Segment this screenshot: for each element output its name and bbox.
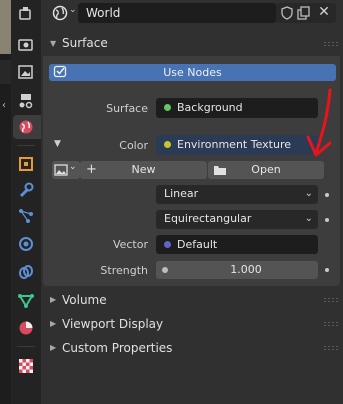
view-layer-icon xyxy=(19,94,33,109)
tab-modifiers[interactable] xyxy=(13,178,39,202)
keyframe-dot-icon[interactable] xyxy=(325,268,329,272)
tab-render[interactable] xyxy=(13,33,39,57)
world-browse-button[interactable]: ⌄ xyxy=(50,3,78,23)
tab-physics[interactable] xyxy=(13,232,39,256)
color-label: Color xyxy=(119,139,148,152)
folder-icon xyxy=(214,166,226,175)
drag-handle-icon[interactable] xyxy=(324,296,338,304)
new-image-button[interactable]: + New xyxy=(80,161,207,179)
open-label: Open xyxy=(251,163,281,176)
drag-handle-icon[interactable] xyxy=(324,40,338,48)
surface-shader-field[interactable]: Background xyxy=(156,98,318,118)
tab-texture[interactable] xyxy=(13,354,39,378)
panel-title: Viewport Display xyxy=(62,317,164,331)
properties-tab-column xyxy=(11,0,41,404)
viewport-display-panel-header[interactable]: ▶ Viewport Display xyxy=(41,314,343,336)
image-icon xyxy=(54,164,68,176)
chevron-down-icon: ⌄ xyxy=(69,162,77,172)
tab-tool[interactable] xyxy=(13,2,39,26)
tool-icon xyxy=(19,7,31,20)
world-icon xyxy=(52,5,68,21)
checkbox-icon xyxy=(53,64,68,79)
tab-view-layer[interactable] xyxy=(13,89,39,113)
expand-right-icon: ▶ xyxy=(50,295,57,304)
tab-data[interactable] xyxy=(13,288,39,312)
image-browse-button[interactable]: ⌄ xyxy=(52,161,80,179)
vector-label: Vector xyxy=(112,238,148,251)
tab-material[interactable] xyxy=(13,316,39,340)
shader-socket-icon xyxy=(164,104,171,111)
chevron-down-icon: ⌄ xyxy=(304,213,313,224)
output-icon xyxy=(18,65,33,79)
strength-label: Strength xyxy=(100,264,148,277)
surface-panel-header[interactable]: ▼ Surface xyxy=(41,32,343,56)
data-icon xyxy=(18,294,34,308)
fake-user-shield-icon[interactable] xyxy=(280,6,294,20)
physics-icon xyxy=(19,237,33,251)
close-icon[interactable]: ✕ xyxy=(316,4,332,20)
vector-input-field[interactable]: Default xyxy=(156,235,318,254)
strength-slider[interactable]: 1.000 xyxy=(156,261,318,279)
constraints-icon xyxy=(19,265,33,279)
tab-constraints[interactable] xyxy=(13,260,39,284)
tab-object[interactable] xyxy=(13,152,39,176)
tab-separator xyxy=(17,145,35,146)
chevron-down-icon: ⌄ xyxy=(69,5,77,15)
expand-down-icon: ▼ xyxy=(50,39,57,48)
strength-value: 1.000 xyxy=(230,263,262,276)
projection-dropdown[interactable]: Equirectangular ⌄ xyxy=(156,210,318,229)
expand-right-icon: ▶ xyxy=(50,343,57,352)
color-socket-icon xyxy=(164,141,171,148)
panel-title: Custom Properties xyxy=(62,341,173,355)
interpolation-dropdown[interactable]: Linear ⌄ xyxy=(156,185,318,204)
expand-right-icon: ▶ xyxy=(50,319,57,328)
tab-world[interactable] xyxy=(13,115,41,139)
tab-output[interactable] xyxy=(13,60,39,84)
custom-properties-panel-header[interactable]: ▶ Custom Properties xyxy=(41,338,343,360)
tab-separator xyxy=(17,346,35,347)
surface-label: Surface xyxy=(106,102,148,115)
chevron-down-icon: ⌄ xyxy=(304,188,313,199)
texture-icon xyxy=(19,359,33,373)
object-icon xyxy=(19,157,33,171)
color-input-field[interactable]: Environment Texture xyxy=(156,135,318,155)
panel-title: Volume xyxy=(62,293,107,307)
modifier-icon xyxy=(19,182,34,198)
world-name-field[interactable]: World xyxy=(78,3,276,23)
expand-arrow-icon[interactable]: ‹ xyxy=(2,100,6,111)
open-image-button[interactable]: Open xyxy=(208,161,324,179)
editor-edge-strip: ‹ xyxy=(0,0,11,404)
color-value: Environment Texture xyxy=(177,138,292,151)
world-icon xyxy=(19,120,33,134)
material-icon xyxy=(19,321,33,335)
viewport-edge xyxy=(0,0,11,54)
panel-title: Surface xyxy=(62,36,108,50)
vector-socket-icon xyxy=(164,241,171,248)
drag-handle-icon[interactable] xyxy=(324,344,338,352)
duplicate-icon[interactable] xyxy=(297,6,311,20)
particles-icon xyxy=(19,209,33,223)
new-label: New xyxy=(131,163,156,176)
keyframe-dot-icon[interactable] xyxy=(325,193,329,197)
datablock-buttons: ✕ xyxy=(276,3,336,23)
plus-icon: + xyxy=(86,162,97,177)
tab-particles[interactable] xyxy=(13,204,39,228)
annotation-arrow-icon xyxy=(306,88,332,157)
drag-handle-icon[interactable] xyxy=(324,320,338,328)
interpolation-value: Linear xyxy=(164,187,199,200)
volume-panel-header[interactable]: ▶ Volume xyxy=(41,290,343,312)
keyframe-dot-icon[interactable] xyxy=(325,218,329,222)
vector-value: Default xyxy=(177,238,218,251)
edge-block xyxy=(0,60,11,84)
use-nodes-button[interactable]: Use Nodes xyxy=(49,64,336,81)
surface-value: Background xyxy=(177,101,243,114)
edge-block: ‹ xyxy=(0,92,11,120)
render-icon xyxy=(18,39,33,51)
projection-value: Equirectangular xyxy=(164,212,252,225)
